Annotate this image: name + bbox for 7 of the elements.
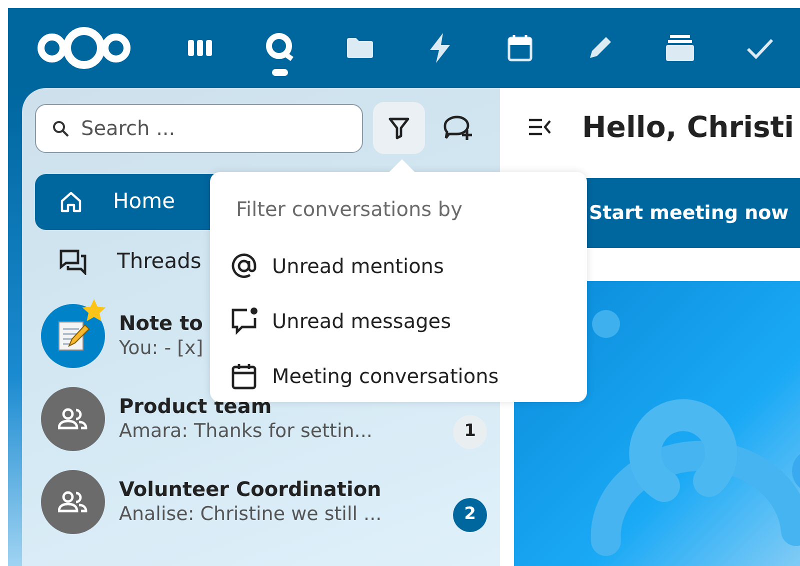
message-preview: You: - [x]	[119, 336, 204, 361]
unread-count: 1	[453, 415, 487, 449]
message-preview: Amara: Thanks for settin...	[119, 419, 372, 444]
unread-count: 2	[453, 498, 487, 532]
menu-heading: Filter conversations by	[236, 196, 464, 223]
message-preview: Analise: Christine we still ...	[119, 502, 382, 527]
greeting-title: Hello, Christi	[582, 110, 794, 144]
